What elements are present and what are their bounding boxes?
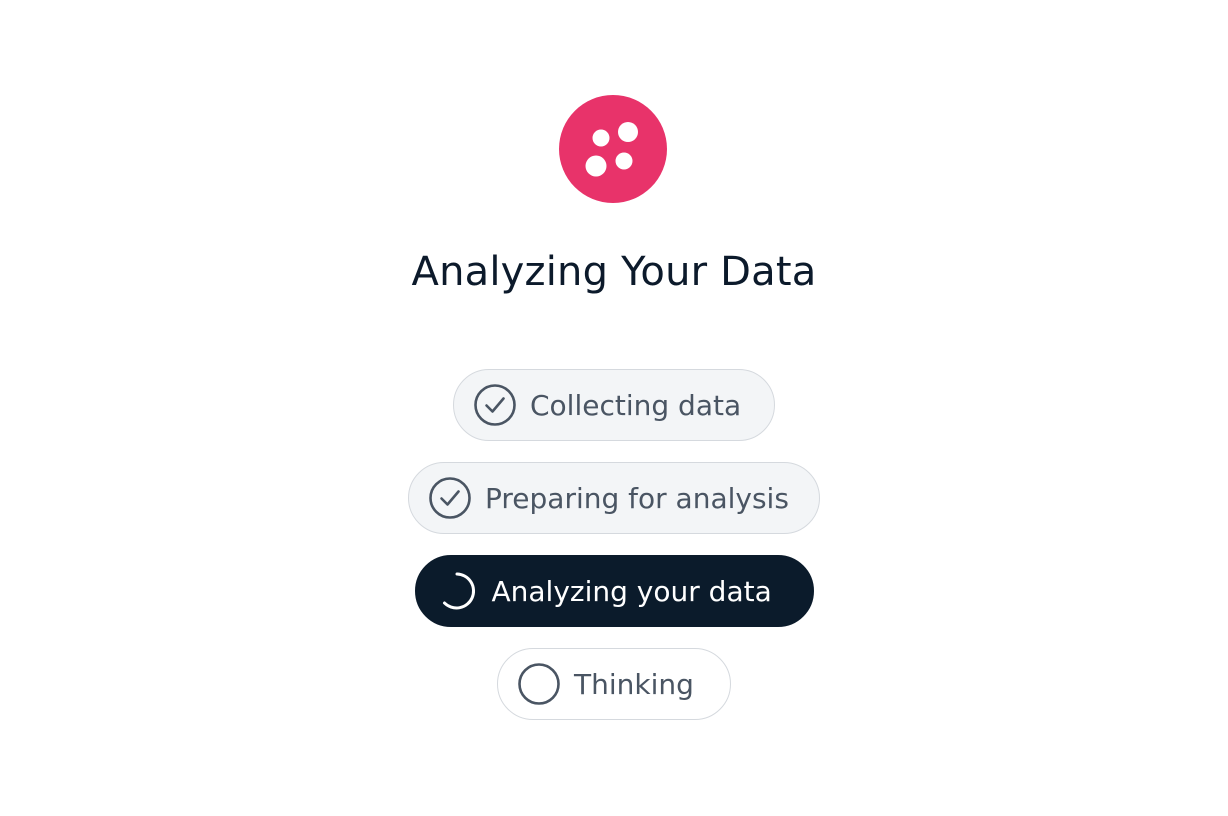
step-label: Analyzing your data	[491, 574, 772, 608]
step-thinking: Thinking	[497, 648, 731, 720]
empty-circle-icon	[517, 662, 561, 706]
step-label: Collecting data	[530, 388, 742, 422]
analysis-progress-screen: Analyzing Your Data Collecting data Prep…	[0, 0, 1228, 816]
page-title: Analyzing Your Data	[411, 249, 817, 295]
step-collecting-data: Collecting data	[453, 369, 775, 441]
progress-steps-list: Collecting data Preparing for analysis A…	[0, 369, 1228, 720]
spinner-icon	[435, 569, 479, 613]
check-circle-icon	[473, 383, 517, 427]
dots-logo-icon	[559, 95, 667, 203]
check-circle-icon	[428, 476, 472, 520]
step-analyzing-your-data: Analyzing your data	[414, 555, 814, 627]
step-label: Preparing for analysis	[485, 481, 789, 515]
step-label: Thinking	[574, 667, 694, 701]
step-preparing-for-analysis: Preparing for analysis	[408, 462, 820, 534]
